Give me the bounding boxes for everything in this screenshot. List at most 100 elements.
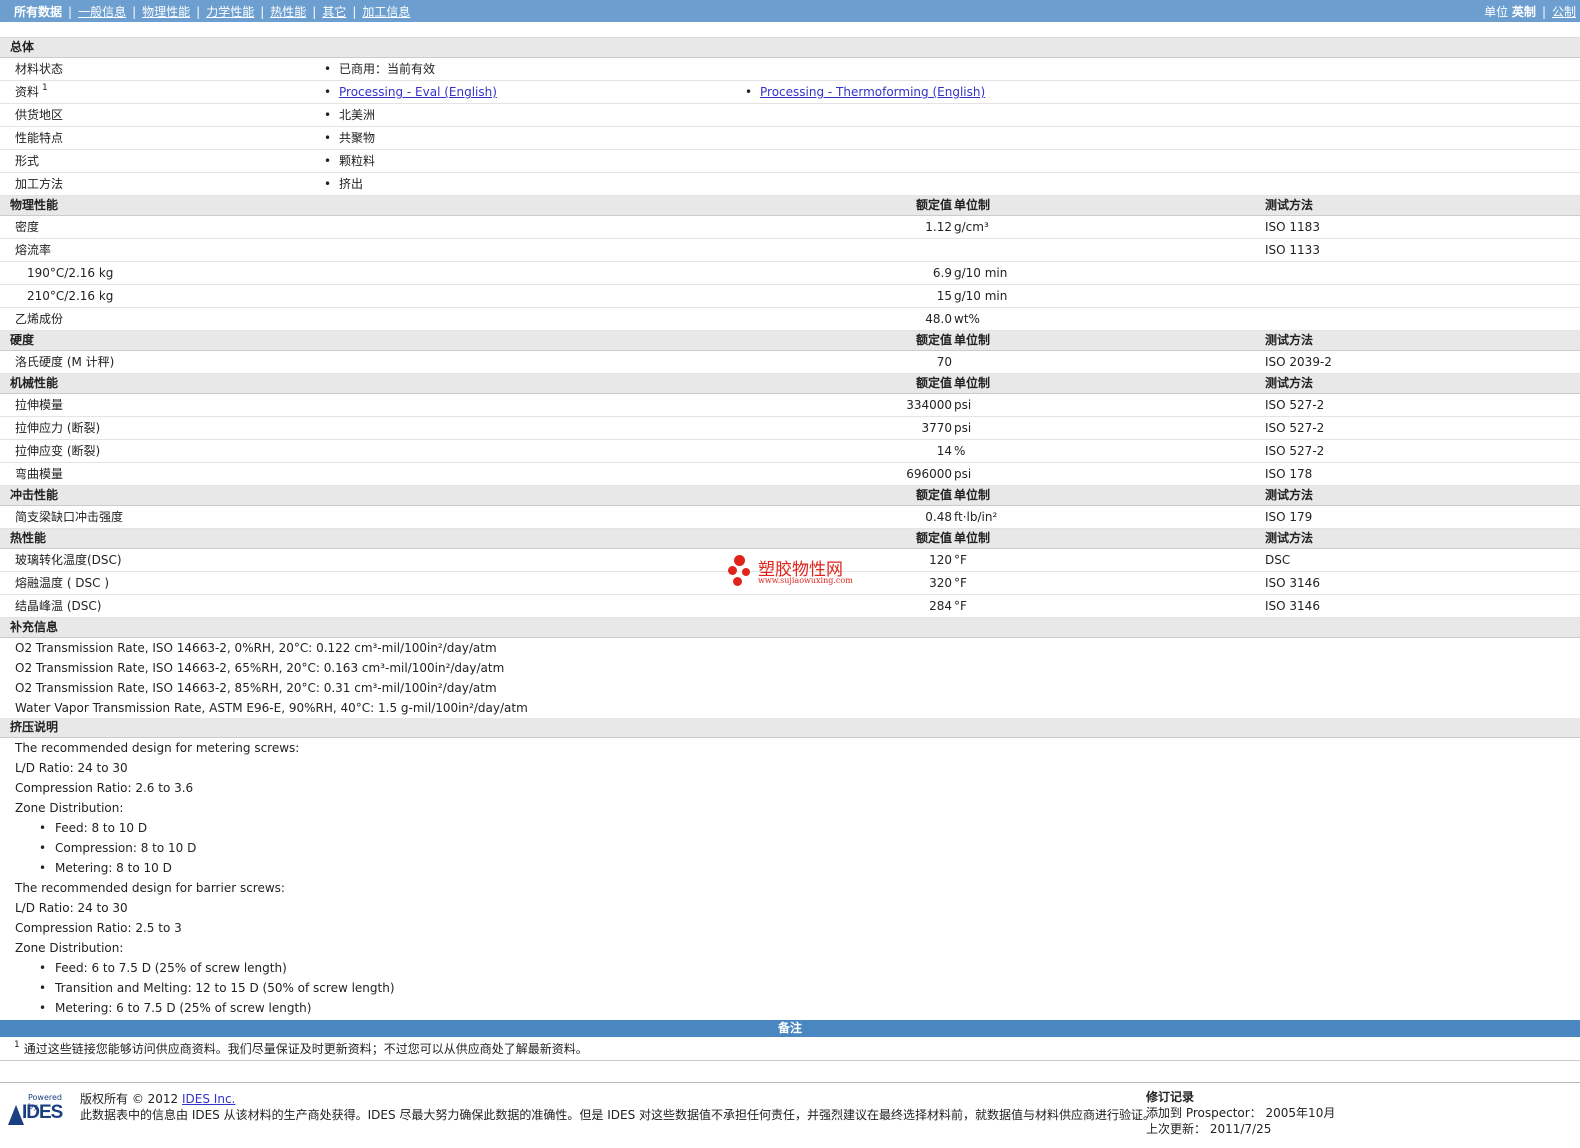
extrusion-line: The recommended design for metering scre… <box>15 741 300 755</box>
extrusion-line: L/D Ratio: 24 to 30 <box>15 901 128 915</box>
property-value: 320 <box>929 576 952 590</box>
section-extrusion-header: 挤压说明 <box>0 718 1580 738</box>
property-value: 15 <box>936 289 952 303</box>
revision-added: 添加到 Prospector： 2005年10月 <box>1146 1105 1335 1121</box>
header-nominal: 额定值 <box>915 488 952 502</box>
property-unit: °F <box>954 553 967 567</box>
nav-other[interactable]: 其它 <box>322 5 346 19</box>
property-unit: psi <box>954 421 972 435</box>
copyright-block: 版权所有 © 2012 IDES Inc. 此数据表中的信息由 IDES 从该材… <box>80 1091 1155 1123</box>
extrusion-bullet: Transition and Melting: 12 to 15 D (50% … <box>0 978 1580 998</box>
property-unit: psi <box>954 467 972 481</box>
extrusion-bullet: Feed: 8 to 10 D <box>0 818 1580 838</box>
row-value: 共聚物 <box>324 127 375 149</box>
revision-added-value: 2005年10月 <box>1265 1106 1336 1120</box>
property-label: 简支梁缺口冲击强度 <box>15 510 124 524</box>
property-row: 熔流率 ISO 1133 <box>0 239 1580 262</box>
property-row: 乙烯成份 48.0 wt% <box>0 308 1580 331</box>
top-nav-bar: 所有数据 | 一般信息 | 物理性能 | 力学性能 | 热性能 | 其它 | 加工信息 单位 英制 | 公制 <box>0 0 1580 22</box>
extrusion-line: Compression Ratio: 2.5 to 3 <box>15 921 182 935</box>
literature-link-eval[interactable]: Processing - Eval (English) <box>339 85 497 99</box>
property-row: 结晶峰温 (DSC) 284 °F ISO 3146 <box>0 595 1580 618</box>
nav-mechanical[interactable]: 力学性能 <box>206 5 254 19</box>
section-title: 总体 <box>10 40 35 54</box>
header-method: 测试方法 <box>1265 376 1314 390</box>
general-row-literature: 资料1 Processing - Eval (English) Processi… <box>0 81 1580 104</box>
footnote-marker: 1 <box>14 1040 20 1050</box>
supplement-line: Water Vapor Transmission Rate, ASTM E96-… <box>15 701 528 715</box>
property-subrow: 190°C/2.16 kg 6.9 g/10 min <box>0 262 1580 285</box>
nav-separator: | <box>196 5 201 19</box>
unit-imperial[interactable]: 英制 <box>1512 5 1536 19</box>
copyright-line: 版权所有 © 2012 IDES Inc. <box>80 1091 1155 1107</box>
nav-separator: | <box>68 5 73 19</box>
property-label: 熔流率 <box>15 243 52 257</box>
general-row-processing: 加工方法 挤出 <box>0 173 1580 196</box>
header-nominal: 额定值 <box>915 333 952 347</box>
property-unit: ft·lb/in² <box>954 510 998 524</box>
nav-thermal[interactable]: 热性能 <box>270 5 306 19</box>
ides-logo[interactable]: Powered by IDES <box>8 1093 72 1127</box>
property-unit: g/10 min <box>954 266 1008 280</box>
property-method: DSC <box>1265 553 1291 567</box>
row-label: 资料 1 <box>15 81 48 103</box>
revision-added-label: 添加到 Prospector： <box>1146 1106 1262 1120</box>
property-label: 洛氏硬度 (M 计秤) <box>15 355 115 369</box>
property-label: 熔融温度 ( DSC ) <box>15 576 110 590</box>
unit-switcher: 单位 英制 | 公制 <box>1484 3 1576 20</box>
row-value: 颗粒料 <box>324 150 375 172</box>
general-row-region: 供货地区 北美洲 <box>0 104 1580 127</box>
row-value: 挤出 <box>324 173 363 195</box>
property-label: 210°C/2.16 kg <box>27 289 114 303</box>
property-label: 拉伸应力 (断裂) <box>15 421 101 435</box>
company-link[interactable]: IDES Inc. <box>182 1092 235 1106</box>
property-unit: g/cm³ <box>954 220 989 234</box>
nav-processing[interactable]: 加工信息 <box>362 5 410 19</box>
header-unit: 单位制 <box>954 531 991 545</box>
section-title: 补充信息 <box>10 620 59 634</box>
section-supplement-header: 补充信息 <box>0 618 1580 638</box>
unit-metric[interactable]: 公制 <box>1552 5 1576 19</box>
watermark-logo-dot <box>742 568 750 576</box>
row-label: 加工方法 <box>15 177 64 191</box>
nav-separator: | <box>352 5 357 19</box>
property-row: 洛氏硬度 (M 计秤) 70 ISO 2039-2 <box>0 351 1580 374</box>
header-nominal: 额定值 <box>915 198 952 212</box>
property-unit: °F <box>954 599 967 613</box>
property-value: 1.12 <box>925 220 952 234</box>
property-method: ISO 527-2 <box>1265 444 1325 458</box>
property-label: 拉伸应变 (断裂) <box>15 444 101 458</box>
footnote-text: 通过这些链接您能够访问供应商资料。我们尽量保证及时更新资料；不过您可以从供应商处… <box>23 1042 588 1056</box>
extrusion-list: The recommended design for metering scre… <box>0 738 1580 1018</box>
section-hardness-header: 硬度 额定值 单位制 测试方法 <box>0 331 1580 351</box>
units-label: 单位 <box>1484 5 1509 19</box>
property-value: 48.0 <box>925 312 952 326</box>
property-row: 拉伸应力 (断裂) 3770 psi ISO 527-2 <box>0 417 1580 440</box>
property-method: ISO 1133 <box>1265 243 1320 257</box>
header-method: 测试方法 <box>1265 531 1314 545</box>
section-title: 冲击性能 <box>10 488 59 502</box>
nav-all-data[interactable]: 所有数据 <box>14 5 62 19</box>
literature-link-thermoforming[interactable]: Processing - Thermoforming (English) <box>760 85 985 99</box>
header-unit: 单位制 <box>954 488 991 502</box>
supplement-line: O2 Transmission Rate, ISO 14663-2, 0%RH,… <box>15 641 497 655</box>
row-label: 材料状态 <box>15 62 64 76</box>
literature-item: Processing - Eval (English) <box>324 81 497 103</box>
property-method: ISO 1183 <box>1265 220 1320 234</box>
property-label: 结晶峰温 (DSC) <box>15 599 102 613</box>
row-value: 已商用：当前有效 <box>324 58 435 80</box>
logo-name: IDES <box>22 1102 63 1123</box>
header-nominal: 额定值 <box>915 531 952 545</box>
watermark-logo-dot <box>733 577 742 586</box>
general-row-status: 材料状态 已商用：当前有效 <box>0 58 1580 81</box>
extrusion-bullet: Compression: 8 to 10 D <box>0 838 1580 858</box>
extrusion-line: Compression Ratio: 2.6 to 3.6 <box>15 781 194 795</box>
general-row-form: 形式 颗粒料 <box>0 150 1580 173</box>
section-nav: 所有数据 | 一般信息 | 物理性能 | 力学性能 | 热性能 | 其它 | 加工信息 <box>14 3 410 20</box>
nav-physical[interactable]: 物理性能 <box>142 5 190 19</box>
header-unit: 单位制 <box>954 376 991 390</box>
header-method: 测试方法 <box>1265 488 1314 502</box>
extrusion-line: Zone Distribution: <box>15 801 124 815</box>
footnote: 1 通过这些链接您能够访问供应商资料。我们尽量保证及时更新资料；不过您可以从供应商… <box>0 1037 1580 1061</box>
nav-general-info[interactable]: 一般信息 <box>78 5 126 19</box>
